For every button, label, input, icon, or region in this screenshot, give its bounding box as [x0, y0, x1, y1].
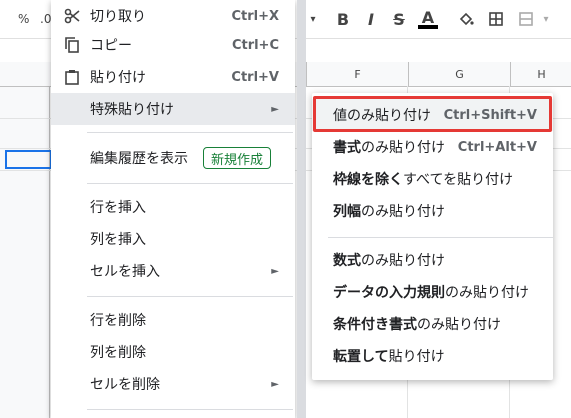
menu-item-insert-column[interactable]: 列を挿入 — [51, 223, 295, 255]
submenu-item-format-only[interactable]: 書式のみ貼り付け Ctrl+Alt+V — [312, 131, 553, 163]
menu-item-label: 特殊貼り付け — [90, 102, 174, 118]
shortcut-label: Ctrl+Alt+V — [457, 139, 537, 155]
menu-item-label: セルを削除 — [90, 377, 160, 393]
menu-item-delete-row[interactable]: 行を削除 — [51, 304, 295, 336]
menu-item-copy[interactable]: コピー Ctrl+C — [51, 29, 295, 61]
menu-item-label: 列を削除 — [90, 345, 146, 361]
context-menu: 切り取り Ctrl+X コピー Ctrl+C 貼り付け Ctrl+V 特殊貼り付… — [51, 0, 295, 418]
copy-icon — [63, 36, 81, 54]
new-badge: 新規作成 — [203, 147, 272, 169]
submenu-item-label: データの入力規則のみ貼り付け — [333, 285, 529, 301]
clipboard-icon — [63, 68, 81, 86]
shortcut-label: Ctrl+C — [231, 37, 279, 53]
shortcut-label: Ctrl+V — [231, 69, 279, 85]
fill-color-icon[interactable] — [456, 9, 476, 29]
column-header-h[interactable]: H — [510, 62, 571, 86]
menu-item-cut[interactable]: 切り取り Ctrl+X — [51, 0, 295, 32]
submenu-item-label: 列幅のみ貼り付け — [333, 204, 445, 220]
scissors-icon — [63, 7, 81, 25]
scrollbar[interactable] — [297, 0, 306, 418]
submenu-item-all-except-borders[interactable]: 枠線を除くすべてを貼り付け — [312, 163, 553, 195]
submenu-item-label: 転置して貼り付け — [333, 349, 445, 365]
submenu-item-formula-only[interactable]: 数式のみ貼り付け — [312, 244, 553, 276]
menu-item-paste[interactable]: 貼り付け Ctrl+V — [51, 61, 295, 93]
chevron-down-icon[interactable]: ▾ — [306, 9, 320, 29]
submenu-item-label: 枠線を除くすべてを貼り付け — [333, 172, 514, 188]
submenu-arrow-icon: ► — [271, 103, 279, 115]
submenu-item-paste-transposed[interactable]: 転置して貼り付け — [312, 340, 553, 372]
menu-item-insert-row[interactable]: 行を挿入 — [51, 191, 295, 223]
merge-cells-icon[interactable] — [516, 9, 536, 29]
submenu-item-label: 書式のみ貼り付け — [333, 140, 445, 156]
menu-item-delete-cells[interactable]: セルを削除 ► — [51, 368, 295, 400]
menu-item-label: 列を挿入 — [90, 232, 146, 248]
column-header-f[interactable]: F — [306, 62, 408, 86]
menu-item-label: コピー — [90, 38, 132, 54]
percent-format-button[interactable]: % — [18, 12, 29, 26]
submenu-arrow-icon: ► — [271, 378, 279, 390]
borders-icon[interactable] — [486, 9, 506, 29]
bold-button[interactable]: B — [334, 9, 352, 29]
chevron-down-icon[interactable]: ▾ — [540, 9, 552, 29]
column-header-g[interactable]: G — [408, 62, 510, 86]
submenu-item-conditional-format-only[interactable]: 条件付き書式のみ貼り付け — [312, 308, 553, 340]
decimal-format-button[interactable]: .0 — [40, 12, 51, 26]
highlight-annotation-box — [313, 96, 552, 132]
italic-button[interactable]: I — [362, 9, 380, 29]
menu-item-paste-special[interactable]: 特殊貼り付け ► — [51, 93, 295, 125]
menu-item-label: セルを挿入 — [90, 264, 160, 280]
menu-item-delete-column[interactable]: 列を削除 — [51, 336, 295, 368]
menu-item-label: 編集履歴を表示 — [90, 151, 188, 167]
strikethrough-button[interactable]: S — [390, 9, 408, 29]
menu-item-label: 行を削除 — [90, 313, 146, 329]
menu-item-label: 貼り付け — [90, 70, 146, 86]
selected-cell[interactable] — [5, 150, 52, 169]
submenu-item-column-width-only[interactable]: 列幅のみ貼り付け — [312, 195, 553, 227]
menu-item-label: 切り取り — [90, 9, 146, 25]
text-color-button[interactable]: A — [418, 8, 438, 29]
submenu-arrow-icon: ► — [271, 265, 279, 277]
menu-item-insert-cells[interactable]: セルを挿入 ► — [51, 255, 295, 287]
shortcut-label: Ctrl+X — [231, 8, 279, 24]
submenu-item-data-validation-only[interactable]: データの入力規則のみ貼り付け — [312, 276, 553, 308]
paste-special-submenu: 値のみ貼り付け Ctrl+Shift+V 書式のみ貼り付け Ctrl+Alt+V… — [312, 93, 553, 380]
submenu-item-label: 条件付き書式のみ貼り付け — [333, 317, 501, 333]
submenu-item-label: 数式のみ貼り付け — [333, 253, 445, 269]
row-header — [0, 62, 50, 418]
menu-item-label: 行を挿入 — [90, 200, 146, 216]
